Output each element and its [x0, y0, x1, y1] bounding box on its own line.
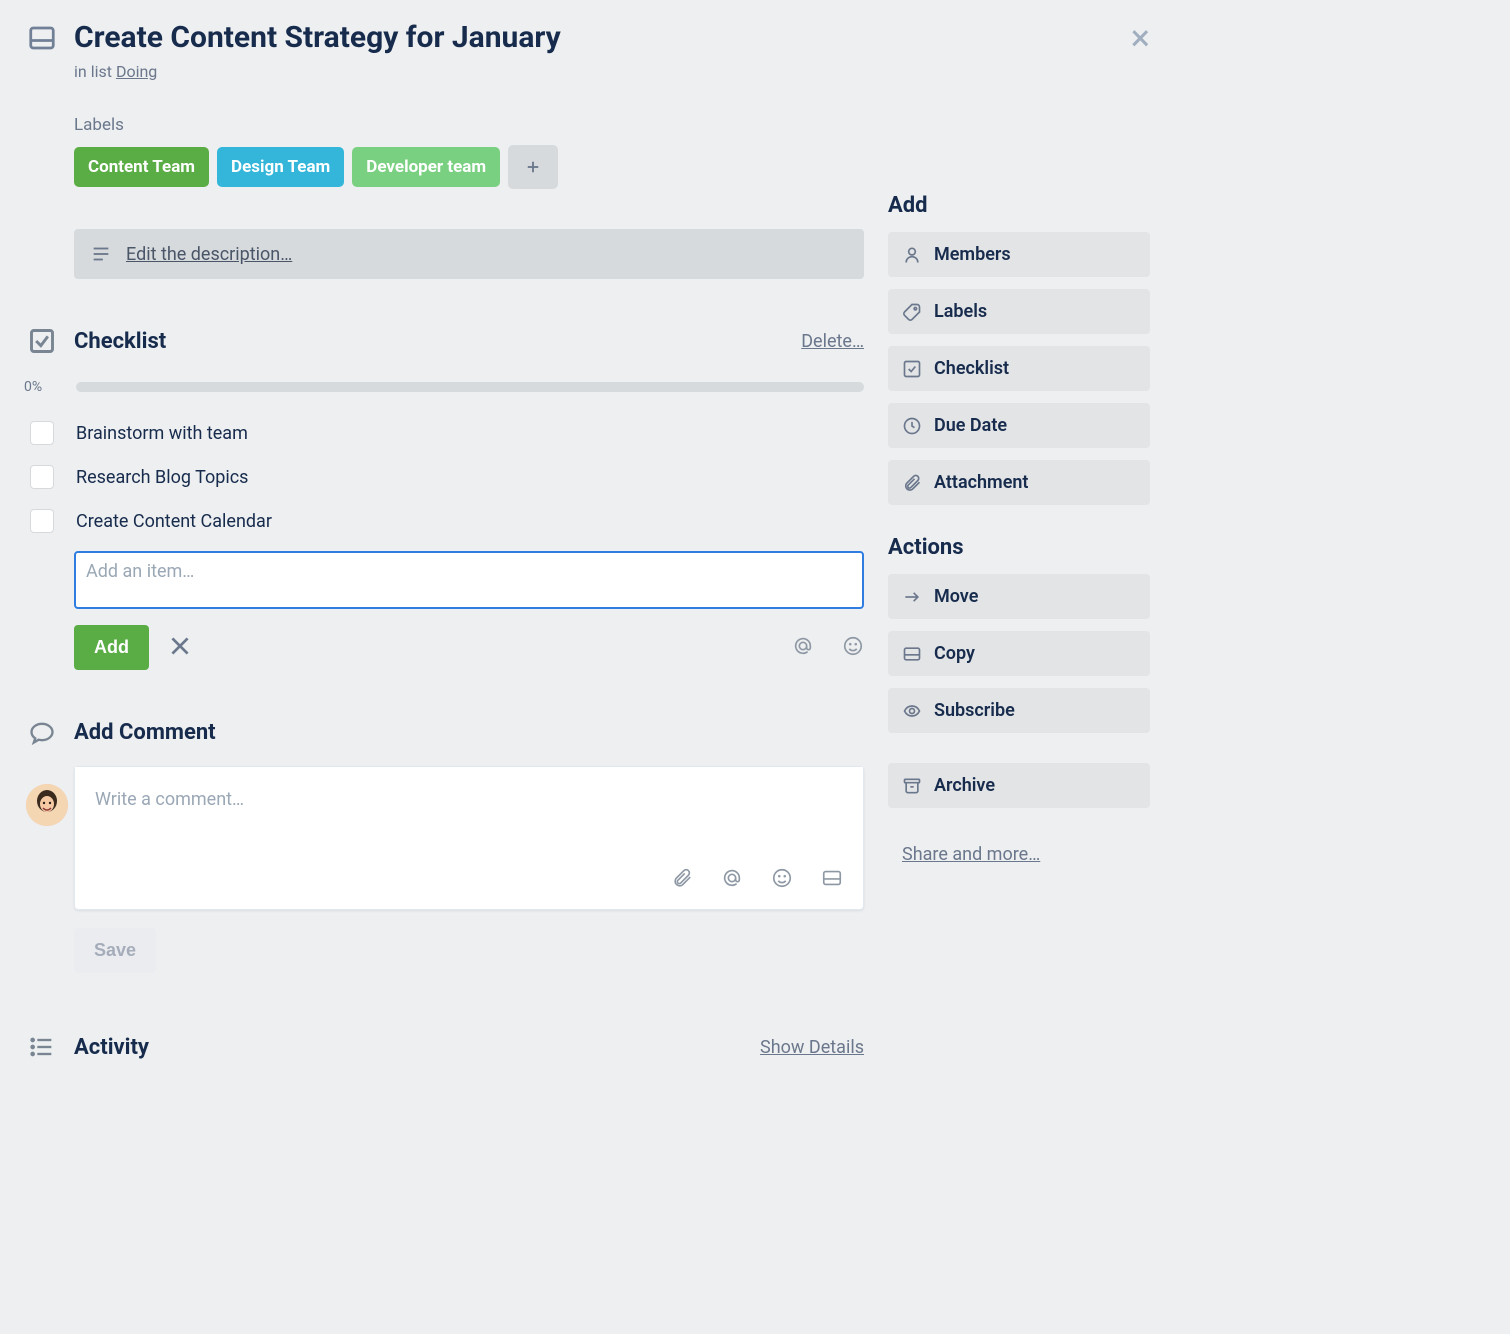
close-icon[interactable]: ×	[1131, 20, 1150, 56]
edit-description-text: Edit the description…	[126, 244, 292, 265]
activity-heading: Activity	[74, 1035, 760, 1060]
checklist-item-text: Create Content Calendar	[76, 511, 272, 532]
edit-description[interactable]: Edit the description…	[74, 229, 864, 279]
sidebar-move[interactable]: Move	[888, 574, 1150, 619]
save-comment-button[interactable]: Save	[74, 928, 156, 973]
sidebar-item-label: Checklist	[934, 358, 1009, 379]
comment-icon	[24, 714, 60, 750]
sidebar-item-label: Archive	[934, 775, 995, 796]
attachment-icon[interactable]	[671, 867, 693, 893]
checklist-heading: Checklist	[74, 329, 801, 354]
add-comment-heading: Add Comment	[74, 720, 864, 745]
sidebar-item-label: Subscribe	[934, 700, 1015, 721]
checkbox[interactable]	[30, 509, 54, 533]
sidebar-item-label: Copy	[934, 643, 975, 664]
card-title[interactable]: Create Content Strategy for January	[74, 20, 1131, 55]
checklist-icon	[24, 323, 60, 359]
activity-icon	[24, 1029, 60, 1065]
sidebar-checklist[interactable]: Checklist	[888, 346, 1150, 391]
avatar[interactable]	[26, 784, 68, 826]
sidebar-copy[interactable]: Copy	[888, 631, 1150, 676]
checklist-item[interactable]: Create Content Calendar	[24, 499, 864, 543]
comment-input[interactable]	[75, 767, 863, 853]
checklist-item[interactable]: Research Blog Topics	[24, 455, 864, 499]
cancel-add-item-icon[interactable]	[167, 633, 193, 663]
sidebar-add-heading: Add	[888, 193, 1150, 218]
label-design-team[interactable]: Design Team	[217, 147, 344, 187]
sidebar-item-label: Due Date	[934, 415, 1007, 436]
card-icon	[24, 20, 60, 56]
sidebar-attachment[interactable]: Attachment	[888, 460, 1150, 505]
emoji-icon[interactable]	[842, 635, 864, 661]
label-developer-team[interactable]: Developer team	[352, 147, 500, 187]
mention-icon[interactable]	[721, 867, 743, 893]
sidebar-item-label: Attachment	[934, 472, 1028, 493]
checklist-item[interactable]: Brainstorm with team	[24, 411, 864, 455]
sidebar-members[interactable]: Members	[888, 232, 1150, 277]
sidebar-item-label: Labels	[934, 301, 987, 322]
add-label-button[interactable]	[508, 145, 558, 189]
mention-icon[interactable]	[792, 635, 814, 661]
sidebar-labels[interactable]: Labels	[888, 289, 1150, 334]
show-details-link[interactable]: Show Details	[760, 1037, 864, 1058]
label-content-team[interactable]: Content Team	[74, 147, 209, 187]
list-link[interactable]: Doing	[116, 62, 157, 81]
checklist-item-text: Brainstorm with team	[76, 423, 248, 444]
emoji-icon[interactable]	[771, 867, 793, 893]
share-and-more-link[interactable]: Share and more…	[902, 844, 1040, 865]
progress-bar	[76, 382, 864, 392]
sidebar-due-date[interactable]: Due Date	[888, 403, 1150, 448]
card-list-location: in list Doing	[74, 62, 1150, 81]
checkbox[interactable]	[30, 421, 54, 445]
labels-heading: Labels	[74, 115, 864, 135]
sidebar-subscribe[interactable]: Subscribe	[888, 688, 1150, 733]
checklist-delete-link[interactable]: Delete…	[801, 331, 864, 352]
sidebar-item-label: Move	[934, 586, 978, 607]
card-icon[interactable]	[821, 867, 843, 893]
sidebar-item-label: Members	[934, 244, 1011, 265]
checklist-item-text: Research Blog Topics	[76, 467, 248, 488]
sidebar-actions-heading: Actions	[888, 535, 1150, 560]
checkbox[interactable]	[30, 465, 54, 489]
progress-percent: 0%	[24, 379, 64, 395]
add-checklist-item-input[interactable]	[74, 551, 864, 609]
add-checklist-item-button[interactable]: Add	[74, 625, 149, 670]
sidebar-archive[interactable]: Archive	[888, 763, 1150, 808]
